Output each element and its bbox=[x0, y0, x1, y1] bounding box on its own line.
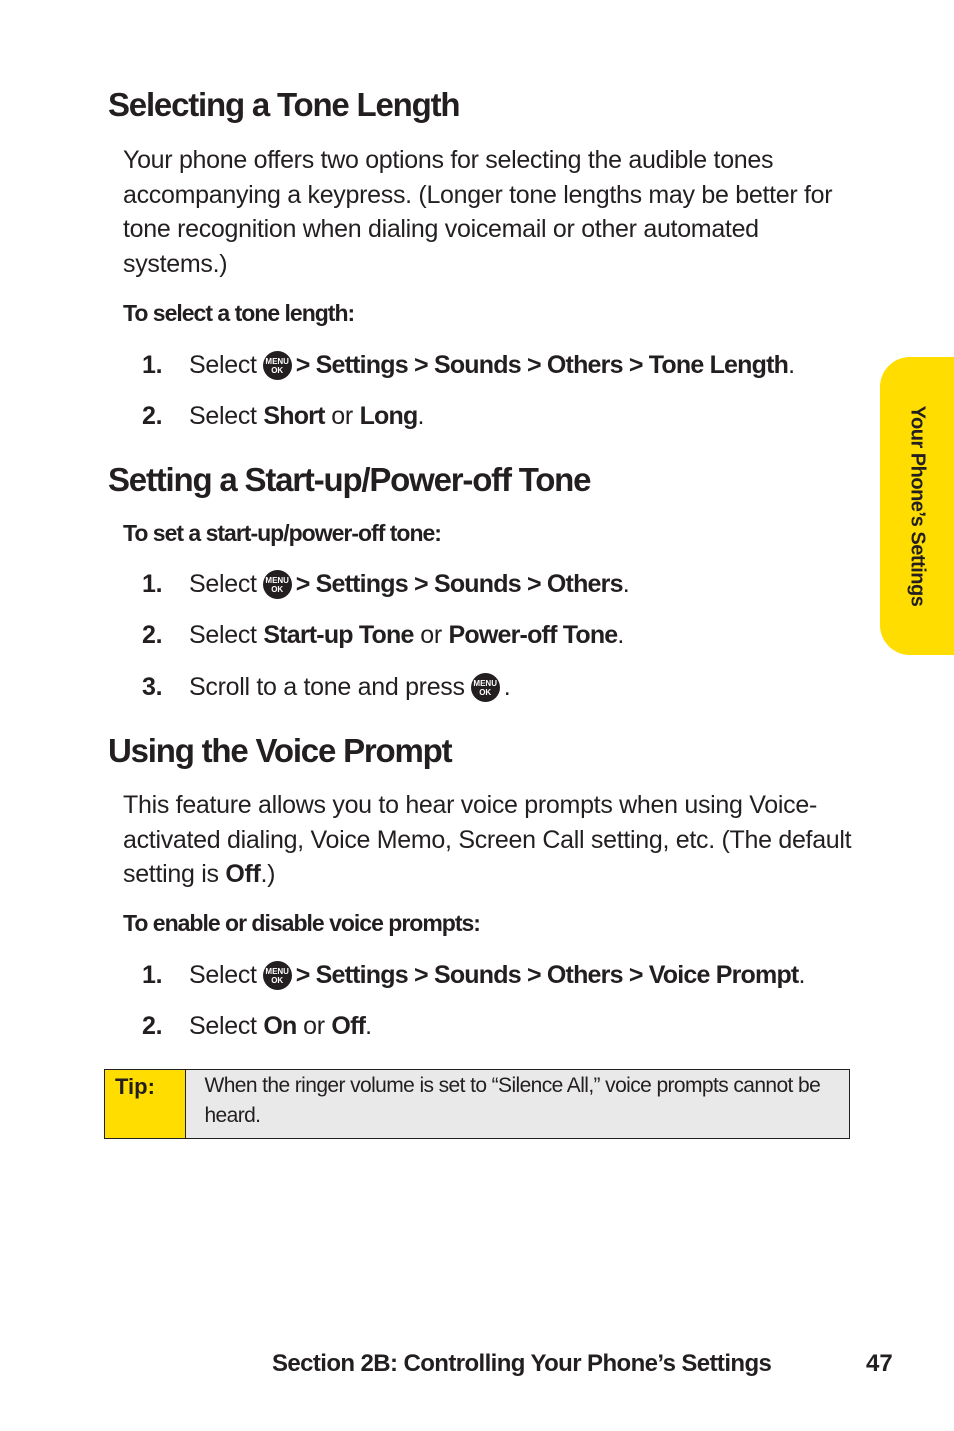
step: 2. Select Start-up Tone or Power-off Ton… bbox=[142, 621, 625, 649]
step: 1. Select MENU OK > Settings > Sounds > O… bbox=[142, 351, 795, 380]
page-number: 47 bbox=[866, 1350, 893, 1377]
step-text: Select bbox=[189, 351, 257, 379]
menu-ok-icon: MENU OK bbox=[262, 570, 292, 599]
option-startup-tone: Start-up Tone bbox=[263, 621, 414, 649]
option-long: Long bbox=[359, 402, 419, 430]
step: 1. Select MENU OK > Settings > Sounds > O… bbox=[142, 961, 806, 990]
tip-text: When the ringer volume is set to “Silenc… bbox=[204, 1074, 821, 1127]
option-off: Off bbox=[331, 1012, 366, 1040]
step: 3. Scroll to a tone and press MENU OK. bbox=[142, 673, 511, 702]
voice-prompt-subheading: To enable or disable voice prompts: bbox=[123, 910, 481, 936]
step: 2. Select Short or Long. bbox=[142, 402, 425, 430]
tone-length-subheading: To select a tone length: bbox=[123, 300, 355, 326]
option-poweroff-tone: Power-off Tone bbox=[448, 621, 619, 649]
menu-path: > Settings > Sounds > Others bbox=[295, 570, 624, 598]
step: 2. Select On or Off. bbox=[142, 1012, 372, 1040]
tone-length-description: Your phone offers two options for select… bbox=[123, 146, 833, 278]
startup-tone-subheading: To set a start-up/power-off tone: bbox=[123, 520, 442, 546]
heading-voice-prompt: Using the Voice Prompt bbox=[108, 732, 453, 769]
step-number: 2. bbox=[142, 402, 163, 430]
menu-ok-icon: MENU OK bbox=[262, 961, 292, 990]
menu-ok-icon: MENU OK bbox=[262, 351, 292, 380]
heading-startup-tone: Setting a Start-up/Power-off Tone bbox=[108, 461, 591, 498]
tip-box: Tip: When the ringer volume is set to “S… bbox=[104, 1069, 850, 1139]
heading-tone-length: Selecting a Tone Length bbox=[108, 86, 461, 123]
option-on: On bbox=[263, 1012, 297, 1040]
menu-ok-icon: MENU OK bbox=[470, 673, 500, 702]
side-tab: Your Phone’s Settings bbox=[880, 357, 954, 655]
voice-prompt-description: This feature allows you to hear voice pr… bbox=[123, 791, 852, 888]
menu-path: > Settings > Sounds > Others > Voice Pro… bbox=[295, 961, 800, 989]
option-short: Short bbox=[263, 402, 325, 430]
tip-label: Tip: bbox=[105, 1070, 187, 1138]
step: 1. Select MENU OK > Settings > Sounds > O… bbox=[142, 570, 630, 599]
step-number: 1. bbox=[142, 351, 163, 379]
menu-path: > Settings > Sounds > Others > Tone Leng… bbox=[295, 351, 789, 379]
footer-section: Section 2B: Controlling Your Phone’s Set… bbox=[272, 1350, 772, 1377]
side-tab-label: Your Phone’s Settings bbox=[906, 405, 929, 607]
